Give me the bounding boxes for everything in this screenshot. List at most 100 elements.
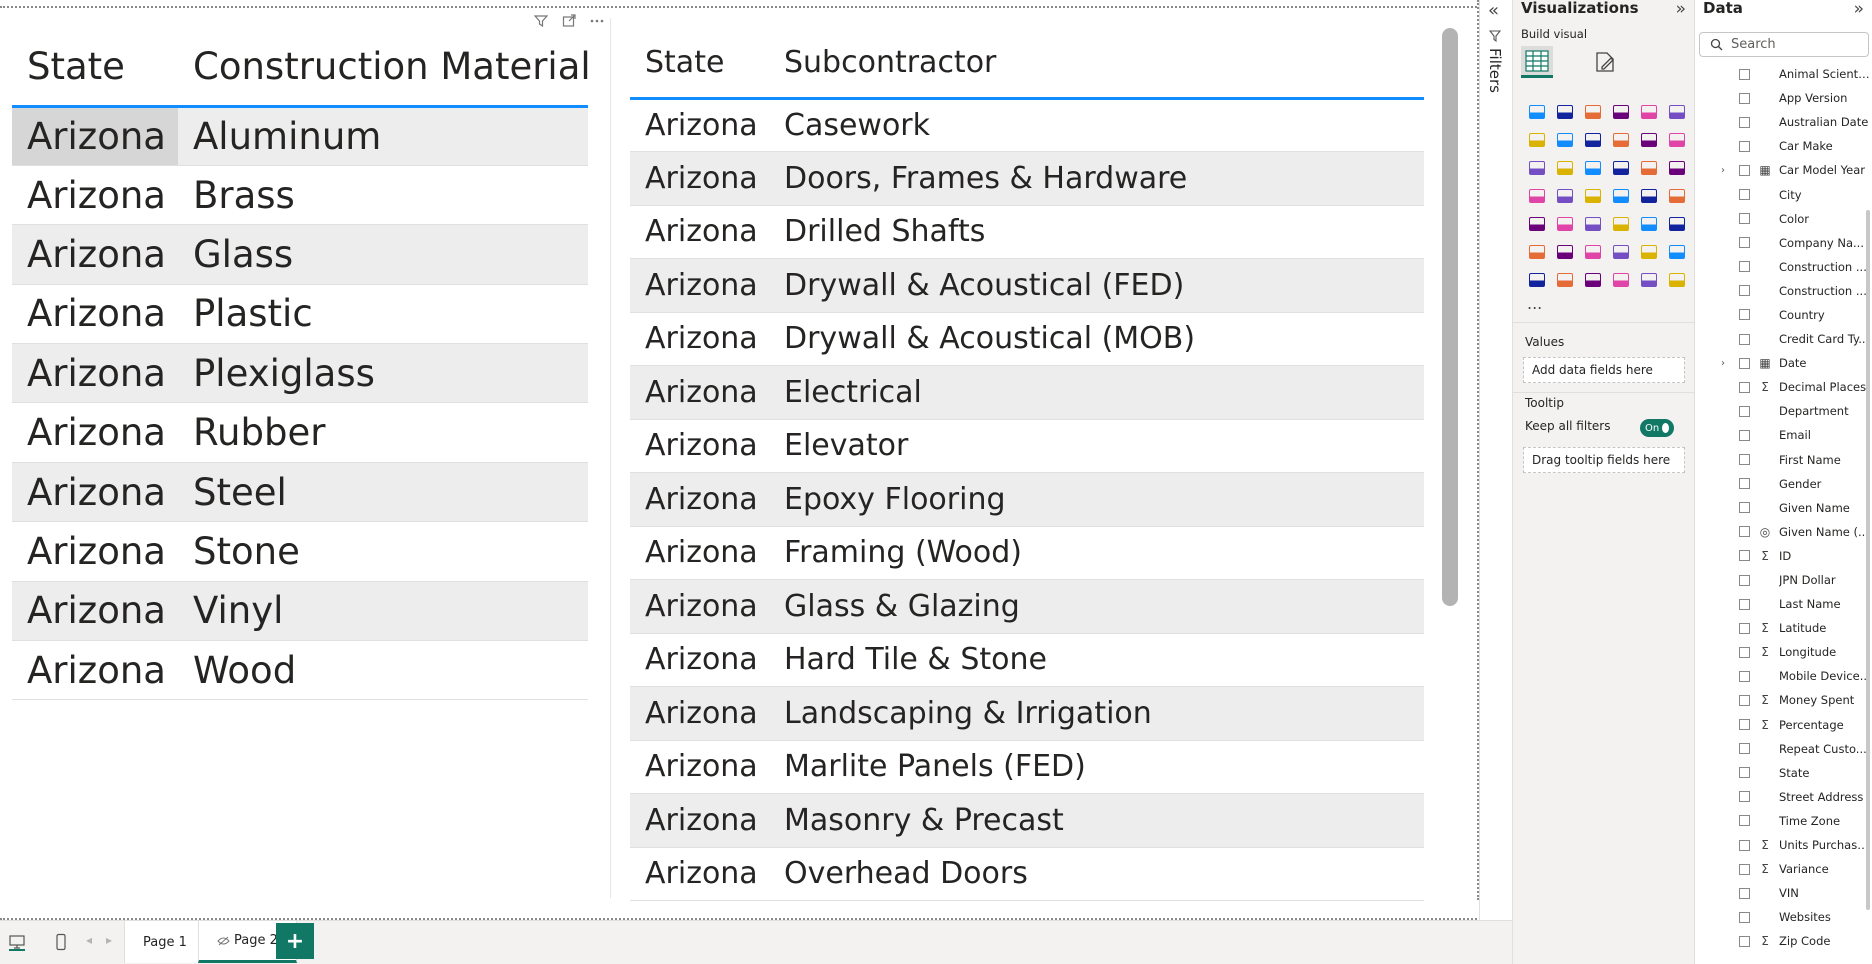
field-item[interactable]: Repeat Custo...: [1695, 737, 1872, 761]
cell-subcontractor[interactable]: Marlite Panels (FED): [769, 740, 1424, 794]
cell-construction-material[interactable]: Vinyl: [178, 581, 588, 642]
field-checkbox[interactable]: [1739, 839, 1750, 851]
field-item[interactable]: VIN: [1695, 881, 1872, 905]
field-item[interactable]: Σ Zip Code: [1695, 929, 1872, 950]
field-item[interactable]: Σ Latitude: [1695, 616, 1872, 640]
cell-subcontractor[interactable]: Framing (Wood): [769, 526, 1424, 580]
data-search-input[interactable]: Search: [1699, 32, 1869, 57]
power-apps-icon[interactable]: [1551, 266, 1579, 294]
cell-state[interactable]: Arizona: [630, 365, 769, 420]
table-row[interactable]: Arizona Steel: [12, 462, 588, 523]
field-checkbox[interactable]: [1739, 429, 1750, 441]
field-item[interactable]: Time Zone: [1695, 809, 1872, 833]
keep-all-filters-toggle[interactable]: On: [1640, 419, 1674, 437]
clustered-bar-chart-icon[interactable]: [1579, 98, 1607, 126]
cell-state[interactable]: Arizona: [12, 402, 178, 463]
cell-subcontractor[interactable]: Doors, Frames & Hardware: [769, 151, 1424, 206]
gauge-icon[interactable]: [1635, 182, 1663, 210]
field-checkbox[interactable]: [1739, 237, 1750, 249]
filters-vertical-label[interactable]: Filters: [1486, 30, 1504, 93]
kpi-icon[interactable]: [1551, 210, 1579, 238]
table-row[interactable]: Arizona Doors, Frames & Hardware: [630, 151, 1424, 206]
table-row[interactable]: Arizona Wood: [12, 640, 588, 701]
table-row[interactable]: Arizona Elevator: [630, 419, 1424, 473]
matrix-icon[interactable]: [1635, 210, 1663, 238]
table-row[interactable]: Arizona Vinyl: [12, 581, 588, 642]
field-item[interactable]: Construction ...: [1695, 255, 1872, 279]
column-header-state[interactable]: State: [630, 28, 769, 100]
table-scrollbar[interactable]: [1442, 28, 1458, 606]
field-checkbox[interactable]: [1739, 887, 1750, 899]
key-influencers-icon[interactable]: [1551, 238, 1579, 266]
waterfall-chart-icon[interactable]: [1523, 154, 1551, 182]
cell-construction-material[interactable]: Stone: [178, 521, 588, 582]
field-item[interactable]: › ▦ Date: [1695, 351, 1872, 375]
field-checkbox[interactable]: [1739, 68, 1750, 80]
column-header-construction-material[interactable]: Construction Material: [178, 28, 588, 108]
filters-pane-collapsed[interactable]: « Filters: [1479, 0, 1512, 920]
field-checkbox[interactable]: [1739, 454, 1750, 466]
field-item[interactable]: Color: [1695, 207, 1872, 231]
field-item[interactable]: JPN Dollar: [1695, 568, 1872, 592]
field-checkbox[interactable]: [1739, 694, 1750, 706]
field-item[interactable]: First Name: [1695, 448, 1872, 472]
previous-page-icon[interactable]: ◂: [86, 933, 92, 947]
custom-visual-1-icon[interactable]: [1607, 266, 1635, 294]
field-checkbox[interactable]: [1739, 261, 1750, 273]
field-item[interactable]: Σ Longitude: [1695, 640, 1872, 664]
field-item[interactable]: Mobile Device...: [1695, 664, 1872, 688]
cell-subcontractor[interactable]: Landscaping & Irrigation: [769, 686, 1424, 741]
more-visuals-icon[interactable]: ...: [1527, 294, 1542, 313]
map-icon[interactable]: [1551, 182, 1579, 210]
cell-subcontractor[interactable]: Drywall & Acoustical (FED): [769, 258, 1424, 313]
field-item[interactable]: Email: [1695, 423, 1872, 447]
cell-state[interactable]: Arizona: [630, 793, 769, 848]
cell-construction-material[interactable]: Brass: [178, 165, 588, 226]
field-checkbox[interactable]: [1739, 743, 1750, 755]
table-row[interactable]: Arizona Glass & Glazing: [630, 579, 1424, 634]
field-item[interactable]: State: [1695, 761, 1872, 785]
filled-map-icon[interactable]: [1579, 182, 1607, 210]
slicer-icon[interactable]: [1579, 210, 1607, 238]
cell-state[interactable]: Arizona: [630, 526, 769, 580]
field-checkbox[interactable]: [1739, 285, 1750, 297]
field-checkbox[interactable]: [1739, 116, 1750, 128]
field-item[interactable]: Gender: [1695, 472, 1872, 496]
field-checkbox[interactable]: [1739, 791, 1750, 803]
table-row[interactable]: Arizona Plastic: [12, 284, 588, 345]
report-canvas[interactable]: State Construction Material Arizona Alumi…: [0, 0, 1479, 920]
column-header-state[interactable]: State: [12, 28, 178, 108]
field-item[interactable]: Σ Variance: [1695, 857, 1872, 881]
field-checkbox[interactable]: [1739, 574, 1750, 586]
cell-subcontractor[interactable]: Electrical: [769, 365, 1424, 420]
field-checkbox[interactable]: [1739, 935, 1750, 947]
cell-construction-material[interactable]: Rubber: [178, 402, 588, 463]
multi-row-card-icon[interactable]: [1523, 210, 1551, 238]
card-icon[interactable]: [1663, 182, 1691, 210]
table-row[interactable]: Arizona Aluminum: [12, 106, 588, 166]
cell-state[interactable]: Arizona: [12, 165, 178, 226]
smart-narrative-icon[interactable]: [1635, 238, 1663, 266]
stacked-area-chart-icon[interactable]: [1579, 126, 1607, 154]
table-row[interactable]: Arizona Electrical: [630, 365, 1424, 420]
cell-state[interactable]: Arizona: [12, 284, 178, 345]
cell-state[interactable]: Arizona: [12, 343, 178, 404]
field-checkbox[interactable]: [1739, 767, 1750, 779]
scatter-chart-alt-icon[interactable]: [1551, 154, 1579, 182]
cell-construction-material[interactable]: Glass: [178, 224, 588, 285]
paginated-report-icon[interactable]: [1523, 266, 1551, 294]
cell-subcontractor[interactable]: Drywall & Acoustical (MOB): [769, 312, 1424, 366]
field-checkbox[interactable]: [1739, 213, 1750, 225]
metrics-visual-icon[interactable]: [1663, 238, 1691, 266]
cell-state[interactable]: Arizona: [630, 151, 769, 206]
data-pane-scrollbar[interactable]: [1866, 210, 1870, 910]
field-checkbox[interactable]: [1739, 381, 1750, 393]
power-automate-icon[interactable]: [1579, 266, 1607, 294]
field-item[interactable]: App Version: [1695, 86, 1872, 110]
field-item[interactable]: Given Name: [1695, 496, 1872, 520]
table-row[interactable]: Arizona Hard Tile & Stone: [630, 633, 1424, 687]
cell-construction-material[interactable]: Plastic: [178, 284, 588, 345]
azure-map-icon[interactable]: [1607, 182, 1635, 210]
funnel-chart-icon[interactable]: [1579, 154, 1607, 182]
cell-subcontractor[interactable]: Hard Tile & Stone: [769, 633, 1424, 687]
